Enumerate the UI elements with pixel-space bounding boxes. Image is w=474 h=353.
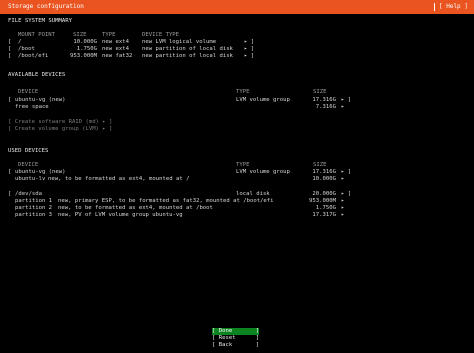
partition-size: 953.000M [309,198,336,204]
fs-row-prefix: [ [8,46,12,52]
ubuntu-lv-desc: new, to be formatted as ext4, mounted at… [48,176,190,182]
fs-row-actions[interactable]: ▸ ] [244,39,254,46]
avail-col-device: DEVICE [18,89,39,95]
done-button[interactable]: [ Done ] [212,328,260,335]
available-heading: AVAILABLE DEVICES [8,72,66,78]
help-button[interactable]: [ Help ] [434,3,468,11]
avail-col-size: SIZE [313,89,327,95]
fs-row-device: new partition of local disk [142,53,233,59]
free-space-size: 7.316G [315,104,336,110]
used-vg-name[interactable]: ubuntu-vg (new) [15,169,66,176]
used-vg-size: 17.316G [312,169,336,175]
fs-row-actions[interactable]: ▸ ] [244,53,254,60]
partition-desc: new, PV of LVM volume group ubuntu-vg [58,212,183,218]
fs-row-device: new partition of local disk [142,46,233,52]
reset-button[interactable]: [ Reset ] [212,335,259,342]
window-title: Storage configuration [8,3,84,10]
partition-desc: new, primary ESP, to be formatted as fat… [58,198,274,204]
used-vg-actions[interactable]: ▸ ] [341,169,351,176]
fs-row-prefix: [ [8,39,12,45]
avail-vg-actions[interactable]: ▸ ] [341,97,351,104]
sda-name[interactable]: /dev/sda [15,191,42,198]
used-col-device: DEVICE [18,162,39,168]
fs-row-size: 10.000G [73,39,97,45]
partition-size: 17.317G [312,212,336,218]
used-vg-prefix: [ [8,169,12,175]
fs-row-device: new LVM logical volume [142,39,217,45]
sda-type: local disk [236,191,270,197]
partition-name[interactable]: partition 2 [15,205,52,212]
fs-row-mount[interactable]: /boot/efi [18,53,48,60]
fs-row-type: new fat32 [102,53,133,59]
ubuntu-lv-size: 10.000G [312,176,336,182]
free-space-label[interactable]: free space [15,104,49,111]
fs-row-prefix: [ [8,53,12,59]
partition-name[interactable]: partition 3 [15,212,52,219]
fs-row-type: new ext4 [102,46,129,52]
fs-row-size: 953.000M [70,53,97,59]
fs-row-type: new ext4 [102,39,129,45]
avail-vg-type: LVM volume group [236,97,290,103]
back-button[interactable]: [ Back ] [212,342,259,349]
partition-actions[interactable]: ▸ [341,212,344,219]
fs-row-mount[interactable]: /boot [18,46,35,53]
fs-summary-heading: FILE SYSTEM SUMMARY [8,18,72,24]
partition-actions[interactable]: ▸ [341,198,344,205]
used-col-size: SIZE [313,162,327,168]
fs-col-type: TYPE [102,32,116,38]
create-lvm-button[interactable]: [ Create volume group (LVM) ▸ ] [8,126,112,133]
ubuntu-lv-name[interactable]: ubuntu-lv [15,176,45,183]
free-space-actions[interactable]: ▸ [341,104,344,111]
partition-size: 1.750G [315,205,336,211]
partition-actions[interactable]: ▸ [341,205,344,212]
fs-col-mount: MOUNT POINT [18,32,56,38]
create-raid-button[interactable]: [ Create software RAID (md) ▸ ] [8,119,112,126]
avail-vg-prefix: [ [8,97,12,103]
used-heading: USED DEVICES [8,148,49,154]
avail-col-type: TYPE [236,89,250,95]
fs-row-size: 1.750G [76,46,97,52]
sda-actions[interactable]: ▸ ] [341,191,351,198]
partition-name[interactable]: partition 1 [15,198,52,205]
sda-size: 20.000G [312,191,336,197]
avail-vg-name[interactable]: ubuntu-vg (new) [15,97,66,104]
fs-row-mount[interactable]: / [18,39,21,46]
used-col-type: TYPE [236,162,250,168]
fs-col-size: SIZE [73,32,87,38]
partition-desc: new, to be formatted as ext4, mounted at… [58,205,213,211]
sda-prefix: [ [8,191,12,197]
ubuntu-lv-actions[interactable]: ▸ [341,176,344,183]
avail-vg-size: 17.316G [312,97,336,103]
fs-col-device: DEVICE TYPE [142,32,180,38]
used-vg-type: LVM volume group [236,169,290,175]
fs-row-actions[interactable]: ▸ ] [244,46,254,53]
